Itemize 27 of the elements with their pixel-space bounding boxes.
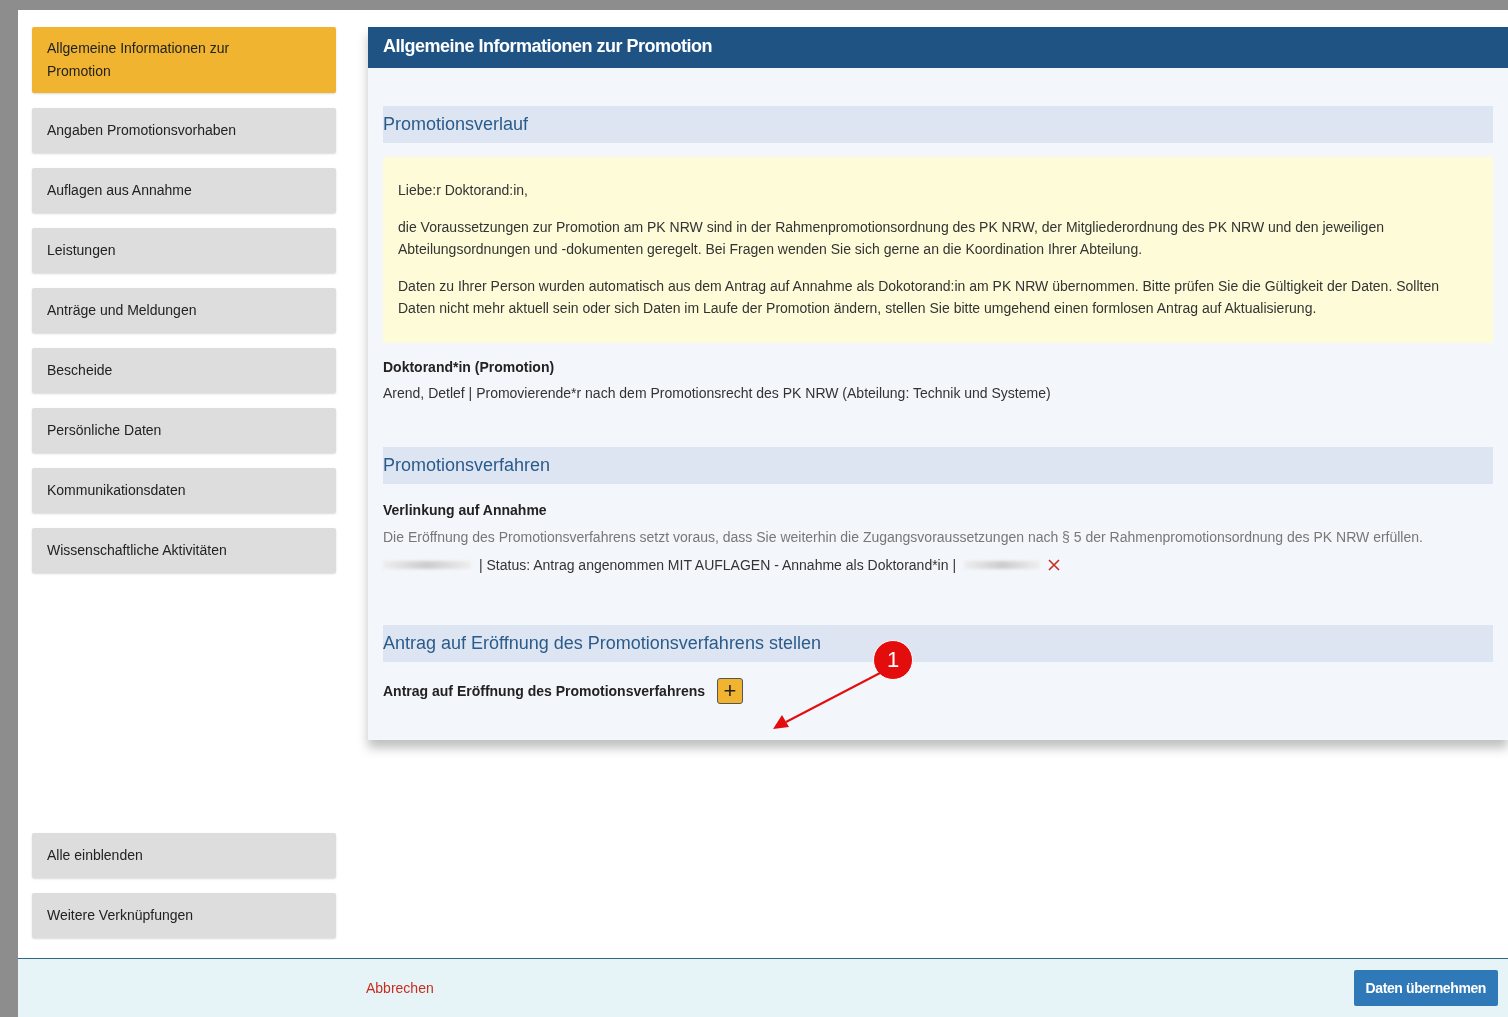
field-label: Antrag auf Eröffnung des Promotionsverfahrens [383, 683, 706, 699]
submit-button[interactable]: Daten übernehmen [1353, 970, 1498, 1006]
sidebar-button[interactable]: Weitere Verknüpfungen [32, 893, 336, 938]
sidebar-item[interactable]: Allgemeine Informationen zur Promotion [32, 27, 336, 93]
hint-text: Die Eröffnung des Promotionsverfahrens setzt voraus, dass Sie weiterhin die Zugangsvoraussetzungen nach § 5 der Rahmenpromotionsordnung des PK NRW erfüllen. [383, 528, 1424, 547]
sidebar-item[interactable]: Bescheide [32, 348, 336, 393]
panel-title: Allgemeine Informationen zur Promotion [368, 27, 1508, 68]
sidebar-button[interactable]: Alle einblenden [32, 833, 336, 878]
notice-text: die Voraussetzungen zur Promotion am PK NRW sind in der Rahmenpromotionsordnung des PK NRW, der Mitgliederordnung des PK NRW und den jeweiligen Abteilungsordnungen und -dokumenten geregelt. Bei Fragen wenden Sie sich gerne an die Koordination Ihrer Abteilung. [398, 218, 1385, 259]
sidebar-item[interactable]: Kommunikationsdaten [32, 468, 336, 513]
notice-text: Daten zu Ihrer Person wurden automatisch aus dem Antrag auf Annahme als Dokotorand:in am PK NRW übernommen. Bitte prüfen Sie die Gültigkeit der Daten. Sollten Daten nicht mehr aktuell sein oder sich Daten im Laufe der Promotion ändern, stellen Sie bitte umgehend einen formlosen Antrag auf Aktualisierung. [398, 277, 1440, 318]
sidebar-item[interactable]: Wissenschaftliche Aktivitäten [32, 528, 336, 573]
notice-text: Liebe:r Doktorand:in, [398, 181, 529, 200]
sidebar-item[interactable]: Persönliche Daten [32, 408, 336, 453]
cancel-link[interactable]: Abbrechen [366, 980, 434, 996]
field-value: Arend, Detlef | Promovierende*r nach dem Promotionsrecht des PK NRW (Abteilung: Technik und Systeme) [383, 385, 1052, 401]
add-button[interactable]: + [717, 678, 744, 704]
field-label: Doktorand*in (Promotion) [383, 359, 556, 375]
section-heading: Promotionsverfahren [383, 447, 1493, 484]
field-label: Verlinkung auf Annahme [383, 502, 548, 518]
sidebar-item[interactable]: Anträge und Meldungen [32, 288, 336, 333]
sidebar-item[interactable]: Angaben Promotionsvorhaben [32, 108, 336, 153]
sidebar-item[interactable]: Leistungen [32, 228, 336, 273]
sidebar-item[interactable]: Auflagen aus Annahme [32, 168, 336, 213]
section-heading: Promotionsverlauf [383, 106, 1493, 143]
status-text: | Status: Antrag angenommen MIT AUFLAGEN - Annahme als Doktorand*in | [479, 557, 957, 573]
close-icon[interactable] [1048, 559, 1061, 571]
